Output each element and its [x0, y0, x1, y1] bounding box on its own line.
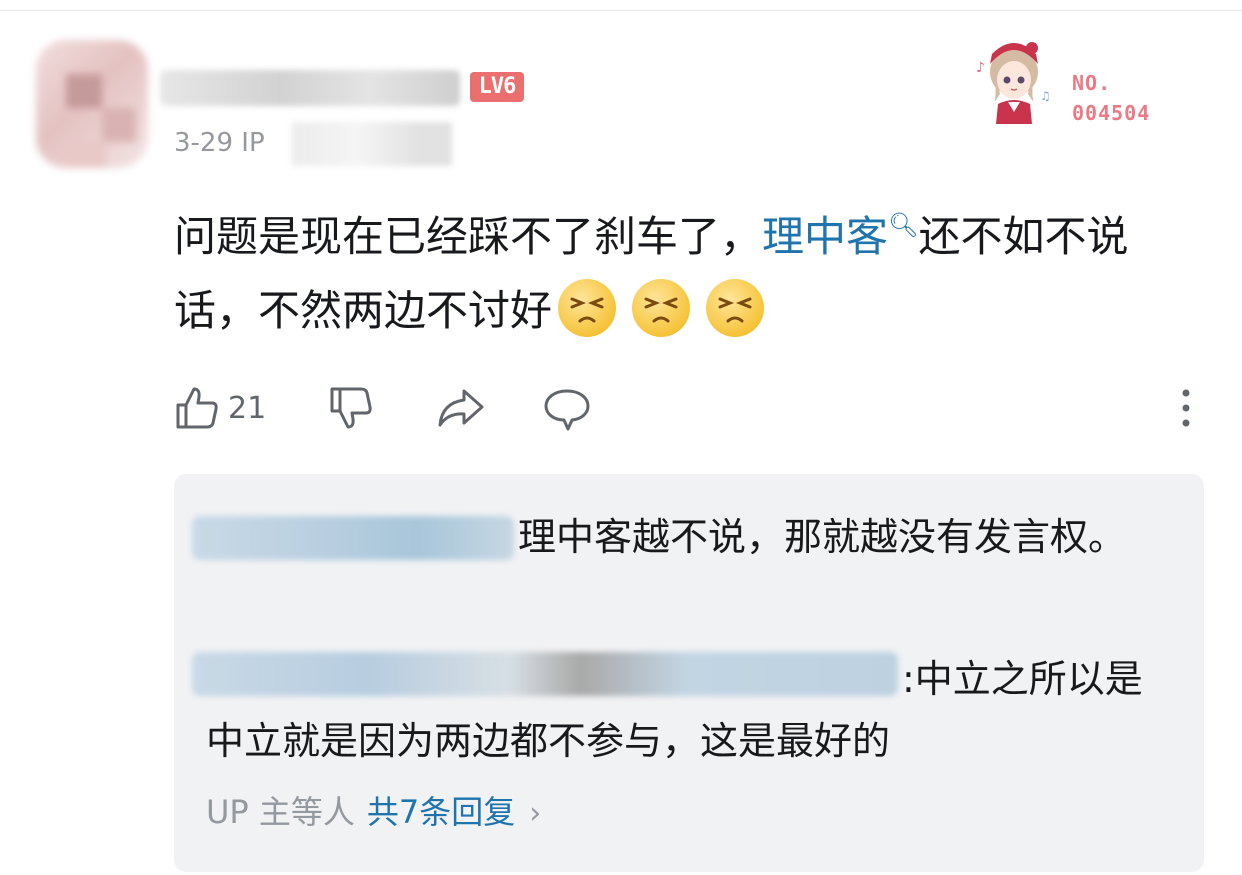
level-badge: LV6	[470, 72, 524, 102]
like-count: 21	[228, 390, 267, 426]
emoji-icon	[558, 279, 617, 337]
ip-location	[292, 122, 452, 166]
reply-button[interactable]	[542, 380, 592, 436]
reply-icon	[544, 389, 590, 431]
more-replies[interactable]: UP 主等人 共7条回复 ›	[206, 790, 541, 836]
keyword-search-link[interactable]: 理中客	[762, 212, 888, 261]
svg-text:♪: ♪	[976, 60, 985, 76]
comment-page: LV6 3-29 IP ♪ ♫ NO. 004504 问题是现在已经踩不了刹车了…	[0, 0, 1242, 875]
comment-content: 问题是现在已经踩不了刹车了，理中客🔍︎还不如不说话，不然两边不讨好	[174, 188, 1174, 348]
share-icon	[438, 389, 484, 427]
emoji-icon	[706, 279, 765, 337]
reply-preview-box: 理中客越不说，那就越没有发言权。 :中立之所以是中立就是因为两边都不参与，这是最…	[174, 474, 1204, 872]
username[interactable]	[160, 70, 460, 106]
reply-participants: UP 主等人	[206, 793, 355, 831]
dislike-icon	[330, 387, 372, 429]
emoji-icon	[632, 279, 691, 337]
fan-number: NO. 004504	[1072, 71, 1151, 125]
fan-badge[interactable]: ♪ ♫ NO. 004504	[962, 40, 1172, 130]
svg-text:♫: ♫	[1040, 89, 1051, 103]
comment-actions: 21	[174, 380, 1204, 436]
chevron-right-icon: ›	[529, 796, 542, 831]
reply-text: 理中客越不说，那就越没有发言权。	[518, 515, 1127, 559]
like-button[interactable]: 21	[174, 380, 266, 436]
search-icon[interactable]: 🔍︎	[888, 211, 918, 239]
comment-date-ip: 3-29 IP	[174, 128, 265, 158]
share-button[interactable]	[436, 380, 486, 436]
divider	[0, 10, 1242, 11]
avatar[interactable]	[36, 40, 148, 168]
view-all-replies-link[interactable]: 共7条回复	[367, 793, 515, 831]
reply-text: :中立之所以是中立就是因为两边都不参与，这是最好的	[206, 657, 1143, 763]
more-icon[interactable]	[1174, 386, 1198, 430]
dislike-button[interactable]	[328, 380, 374, 436]
like-icon	[176, 387, 218, 429]
fan-avatar-icon: ♪ ♫	[976, 42, 1051, 124]
comment-text-part1: 问题是现在已经踩不了刹车了，	[174, 212, 763, 261]
